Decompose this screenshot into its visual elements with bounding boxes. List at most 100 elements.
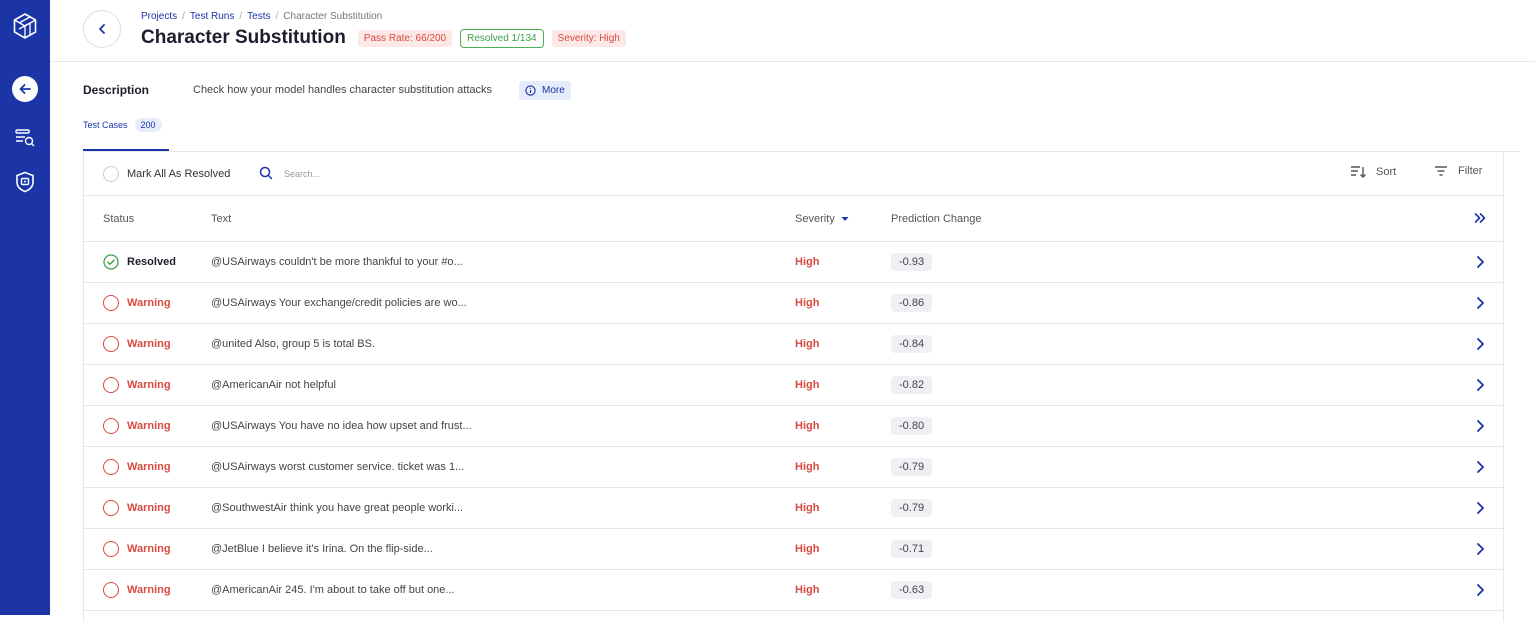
- main-content: Projects / Test Runs / Tests / Character…: [50, 0, 1535, 622]
- row-severity: High: [795, 420, 820, 432]
- row-text: @JetBlue I believe it's Irina. On the fl…: [211, 543, 433, 555]
- mark-all-radio[interactable]: [103, 166, 119, 182]
- warning-circle-icon[interactable]: [103, 500, 119, 516]
- test-cases-table: Mark All As Resolved Sort Filter Status …: [83, 152, 1504, 622]
- description-label: Description: [83, 83, 150, 97]
- table-row[interactable]: Warning @SouthwestAir think you have gre…: [84, 488, 1503, 529]
- row-prediction-change: -0.84: [891, 335, 933, 353]
- row-status: Warning: [127, 461, 171, 473]
- breadcrumb-tests[interactable]: Tests: [247, 11, 270, 22]
- severity-badge: Severity: High: [551, 29, 626, 47]
- mark-all-label[interactable]: Mark All As Resolved: [127, 168, 230, 180]
- row-text: @AmericanAir not helpful: [211, 379, 336, 391]
- chevron-right-icon[interactable]: [1474, 501, 1486, 515]
- row-severity: High: [795, 584, 820, 596]
- filter-icon: [1435, 166, 1447, 176]
- database-search-icon[interactable]: [0, 128, 50, 148]
- table-row[interactable]: Warning @USAirways You have no idea how …: [84, 406, 1503, 447]
- breadcrumb-separator: /: [182, 11, 185, 22]
- row-severity: High: [795, 461, 820, 473]
- breadcrumb-projects[interactable]: Projects: [141, 11, 177, 22]
- cube-logo-icon[interactable]: [0, 13, 50, 39]
- search-input[interactable]: [284, 166, 584, 182]
- chevron-right-icon[interactable]: [1474, 542, 1486, 556]
- chevron-right-icon[interactable]: [1474, 460, 1486, 474]
- row-text: @USAirways couldn't be more thankful to …: [211, 256, 463, 268]
- row-prediction-change: -0.86: [891, 294, 933, 312]
- breadcrumb-current: Character Substitution: [283, 11, 383, 22]
- row-prediction-change: -0.71: [891, 540, 933, 558]
- row-text: @USAirways worst customer service. ticke…: [211, 461, 465, 473]
- chevron-right-icon[interactable]: [1474, 255, 1486, 269]
- table-row[interactable]: Warning @JetBlue I believe it's Irina. O…: [84, 529, 1503, 570]
- search-icon: [259, 166, 273, 180]
- table-toolbar: Mark All As Resolved Sort Filter: [84, 152, 1503, 196]
- chevron-right-icon[interactable]: [1474, 337, 1486, 351]
- row-status: Warning: [127, 297, 171, 309]
- row-status: Warning: [127, 379, 171, 391]
- row-severity: High: [795, 338, 820, 350]
- breadcrumb: Projects / Test Runs / Tests / Character…: [141, 11, 382, 22]
- row-prediction-change: -0.80: [891, 417, 933, 435]
- shield-icon[interactable]: [0, 171, 50, 193]
- description-text: Check how your model handles character s…: [193, 84, 492, 96]
- row-text: @USAirways You have no idea how upset an…: [211, 420, 472, 432]
- sort-icon: [1351, 166, 1366, 178]
- warning-circle-icon[interactable]: [103, 336, 119, 352]
- col-severity-label: Severity: [795, 213, 835, 225]
- row-prediction-change: -0.79: [891, 458, 933, 476]
- row-severity: High: [795, 256, 820, 268]
- table-header: Status Text Severity Prediction Change: [84, 196, 1503, 242]
- chevron-right-icon[interactable]: [1474, 583, 1486, 597]
- row-text: @united Also, group 5 is total BS.: [211, 338, 376, 350]
- breadcrumb-test-runs[interactable]: Test Runs: [190, 11, 234, 22]
- col-prediction-change: Prediction Change: [891, 213, 982, 225]
- filter-button[interactable]: Filter: [1434, 165, 1482, 177]
- row-severity: High: [795, 502, 820, 514]
- warning-circle-icon[interactable]: [103, 582, 119, 598]
- warning-circle-icon[interactable]: [103, 459, 119, 475]
- row-status: Resolved: [127, 256, 176, 268]
- table-row[interactable]: Warning @USAirways worst customer servic…: [84, 447, 1503, 488]
- double-chevron-right-icon[interactable]: [1474, 212, 1486, 224]
- chevron-right-icon[interactable]: [1474, 296, 1486, 310]
- warning-circle-icon[interactable]: [103, 295, 119, 311]
- row-status: Warning: [127, 338, 171, 350]
- warning-circle-icon[interactable]: [103, 541, 119, 557]
- row-prediction-change: -0.63: [891, 581, 933, 599]
- caret-down-icon: [841, 217, 849, 221]
- breadcrumb-separator: /: [239, 11, 243, 22]
- row-status: Warning: [127, 420, 171, 432]
- row-prediction-change: -0.93: [891, 253, 933, 271]
- arrow-left-icon[interactable]: [12, 76, 38, 102]
- warning-circle-icon[interactable]: [103, 377, 119, 393]
- pass-rate-badge: Pass Rate: 66/200: [357, 29, 453, 47]
- col-severity[interactable]: Severity: [795, 213, 849, 225]
- row-severity: High: [795, 379, 820, 391]
- table-row[interactable]: Warning @USAirways Your exchange/credit …: [84, 283, 1503, 324]
- row-status: Warning: [127, 502, 171, 514]
- table-row[interactable]: Warning @AmericanAir 245. I'm about to t…: [84, 570, 1503, 611]
- table-row[interactable]: Warning @AmericanAir not helpful High -0…: [84, 365, 1503, 406]
- back-button[interactable]: [83, 10, 121, 48]
- tab-label: Test Cases: [83, 120, 128, 130]
- col-text: Text: [211, 213, 232, 225]
- filter-label: Filter: [1458, 165, 1483, 177]
- resolved-badge: Resolved 1/134: [460, 28, 544, 48]
- table-row[interactable]: Warning @united Also, group 5 is total B…: [84, 324, 1503, 365]
- row-text: @USAirways Your exchange/credit policies…: [211, 297, 467, 309]
- more-button[interactable]: More: [519, 81, 571, 100]
- page-title: Character Substitution: [141, 27, 346, 48]
- row-status: Warning: [127, 543, 171, 555]
- warning-circle-icon[interactable]: [103, 418, 119, 434]
- sort-button[interactable]: Sort: [1350, 165, 1396, 179]
- page-header: Projects / Test Runs / Tests / Character…: [50, 0, 1535, 62]
- more-button-label: More: [542, 85, 565, 96]
- tab-test-cases[interactable]: Test Cases 200: [83, 118, 162, 132]
- table-row[interactable]: Resolved @USAirways couldn't be more tha…: [84, 242, 1503, 283]
- row-prediction-change: -0.82: [891, 376, 933, 394]
- chevron-right-icon[interactable]: [1474, 378, 1486, 392]
- sort-label: Sort: [1376, 166, 1397, 178]
- col-status: Status: [103, 213, 135, 225]
- chevron-right-icon[interactable]: [1474, 419, 1486, 433]
